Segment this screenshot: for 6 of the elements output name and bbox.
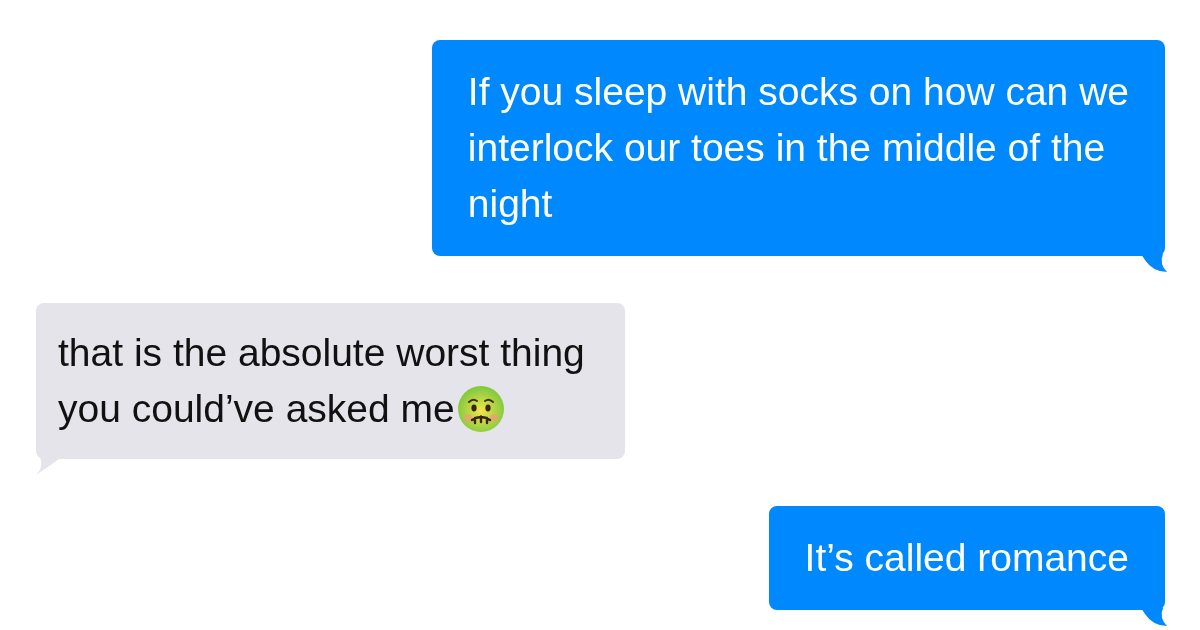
message-text: interlock our toes in the middle of the bbox=[467, 125, 1106, 171]
message-text: night bbox=[467, 181, 553, 227]
message-text: If you sleep with socks on how can we bbox=[467, 69, 1129, 115]
message-text: you could’ve asked me bbox=[58, 386, 455, 432]
message-text: that is the absolute worst thing bbox=[58, 330, 585, 376]
message-text: It’s called romance bbox=[804, 535, 1129, 581]
